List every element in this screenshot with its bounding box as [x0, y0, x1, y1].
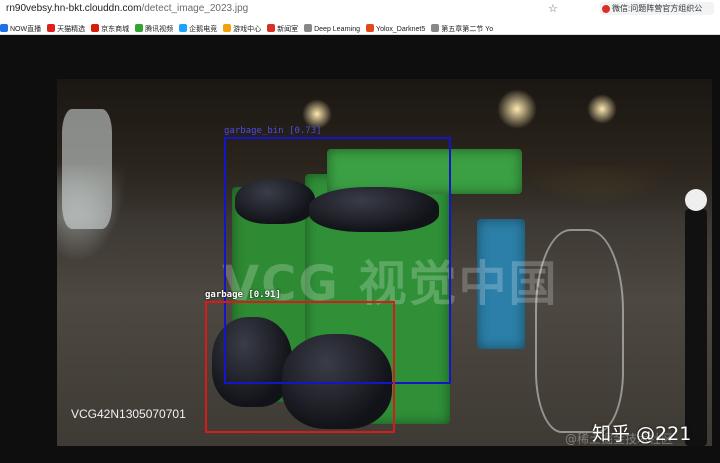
- street-light: [587, 94, 617, 124]
- url-host: rn90vebsy.hn-bkt.clouddn.com: [6, 3, 142, 14]
- bookmark-label: 企鹅电竞: [189, 26, 218, 33]
- bookmark-label: Yolox_Darknet5: [376, 26, 426, 33]
- zhihu-credit: 知乎 @221: [592, 423, 692, 445]
- detection-label-garbage-bin: garbage_bin [0.73]: [224, 126, 322, 136]
- bookmark-item[interactable]: 游戏中心: [223, 22, 262, 34]
- bookmark-item[interactable]: Yolox_Darknet5: [366, 22, 426, 34]
- search-suggestion-chip[interactable]: 微信:问题阵营官方组织公: [600, 2, 714, 15]
- url-text[interactable]: rn90vebsy.hn-bkt.clouddn.com/detect_imag…: [6, 3, 248, 14]
- bookmark-favicon-icon: [47, 24, 56, 32]
- bookmark-item[interactable]: 腾讯视频: [135, 22, 174, 34]
- bookmark-item[interactable]: 新闻室: [267, 22, 299, 34]
- bookmark-label: 天猫精选: [57, 26, 86, 33]
- bookmark-item[interactable]: NOW直播: [0, 22, 42, 34]
- search-engine-icon: [602, 4, 610, 13]
- bookmark-favicon-icon: [223, 24, 232, 32]
- bookmark-favicon-icon: [179, 24, 188, 32]
- bookmark-favicon-icon: [431, 24, 440, 32]
- bookmark-item[interactable]: 天猫精选: [47, 22, 86, 34]
- image-code-text: VCG42N1305070701: [71, 407, 186, 421]
- bookmark-item[interactable]: 第五章第二节 Yo: [431, 22, 494, 34]
- bookmark-star-icon[interactable]: ☆: [548, 3, 558, 15]
- bookmark-label: Deep Learning: [314, 26, 361, 33]
- address-bar[interactable]: rn90vebsy.hn-bkt.clouddn.com/detect_imag…: [0, 0, 720, 19]
- bookmark-favicon-icon: [0, 24, 8, 32]
- bookmark-label: 京东商城: [101, 26, 130, 33]
- bookmark-label: 腾讯视频: [145, 26, 174, 33]
- bookmark-item[interactable]: 京东商城: [91, 22, 130, 34]
- bookmark-item[interactable]: Deep Learning: [304, 22, 361, 34]
- bookmark-favicon-icon: [91, 24, 100, 32]
- shop-window: [62, 109, 112, 229]
- bookmark-favicon-icon: [366, 24, 375, 32]
- address-bar-icons: ☆: [548, 2, 570, 15]
- bookmark-item[interactable]: 企鹅电竞: [179, 22, 218, 34]
- bookmark-label: 游戏中心: [233, 26, 262, 33]
- search-chip-text: 微信:问题阵营官方组织公: [612, 4, 703, 13]
- street-light: [497, 89, 537, 129]
- detection-box-garbage: [205, 301, 395, 433]
- bookmark-label: NOW直播: [10, 26, 42, 33]
- bookmark-label: 新闻室: [277, 26, 299, 33]
- detected-image: VCG 视觉中国 garbage_bin [0.73] garbage [0.9…: [57, 79, 712, 446]
- bookmark-favicon-icon: [304, 24, 313, 32]
- bookmark-favicon-icon: [267, 24, 276, 32]
- bookmark-favicon-icon: [135, 24, 144, 32]
- url-path: /detect_image_2023.jpg: [141, 3, 249, 14]
- bookmark-label: 第五章第二节 Yo: [441, 26, 494, 33]
- detection-label-garbage: garbage [0.91]: [205, 290, 281, 300]
- bookmarks-bar: NOW直播 天猫精选 京东商城 腾讯视频 企鹅电竞 游戏中心 新闻室 Deep Learnin…: [0, 18, 720, 35]
- street-bollard: [685, 209, 707, 446]
- bollard-cap: [685, 189, 707, 211]
- street-light: [302, 99, 332, 129]
